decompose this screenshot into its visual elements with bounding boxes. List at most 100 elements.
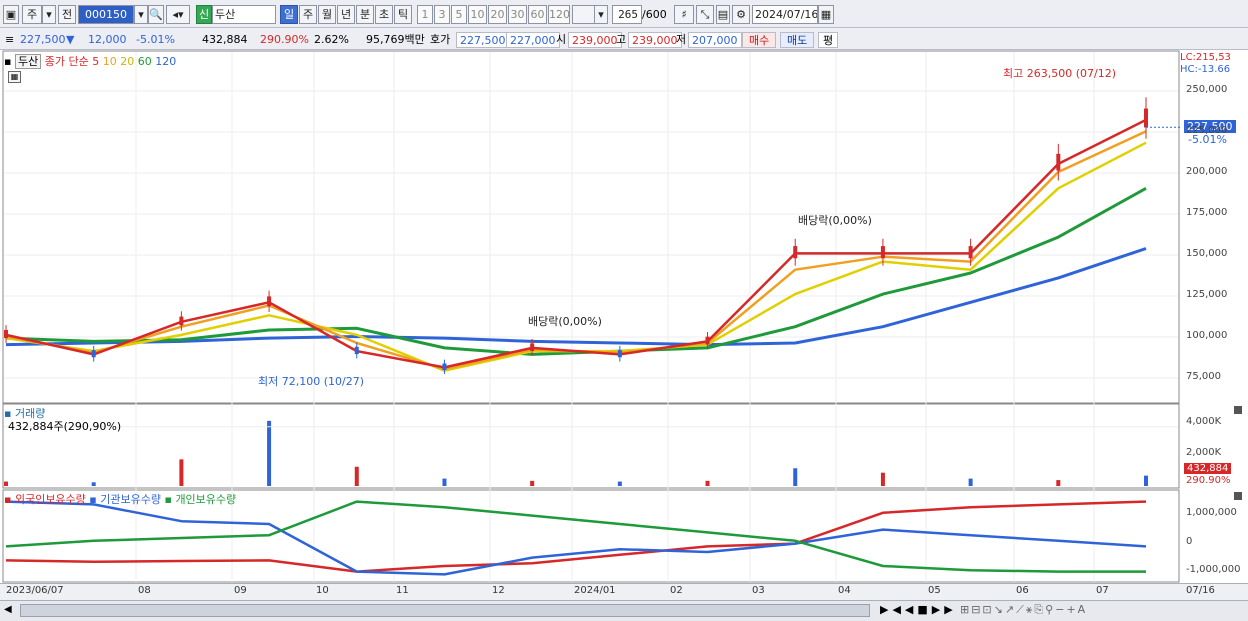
volume-bar bbox=[705, 480, 710, 486]
minute-option-3[interactable]: 10 bbox=[468, 5, 487, 24]
custom-period-dropdown-icon[interactable]: ▾ bbox=[594, 5, 608, 24]
scroll-left-icon[interactable]: ◀ bbox=[4, 604, 12, 615]
candle-body bbox=[880, 246, 885, 259]
volume-last-tag: 432,884 bbox=[1184, 463, 1232, 474]
volume-panel-close-icon[interactable] bbox=[1234, 406, 1242, 414]
market-select[interactable]: 주 bbox=[22, 5, 42, 24]
period-tab-2[interactable]: 월 bbox=[318, 5, 336, 24]
volume-bar bbox=[354, 466, 359, 486]
x-axis-label: 09 bbox=[234, 585, 247, 596]
individual-holding-label: 개인보유수량 bbox=[175, 493, 237, 506]
eval-button[interactable]: 평 bbox=[818, 32, 839, 48]
drawing-tool-icon[interactable]: ⤡ bbox=[696, 5, 714, 24]
period-tab-0[interactable]: 일 bbox=[280, 5, 298, 24]
open-price: 239,000 bbox=[568, 32, 622, 48]
dividend-annotation-2: 배당락(0,00%) bbox=[798, 214, 872, 227]
code-dropdown-icon[interactable]: ▾ bbox=[134, 5, 148, 24]
holding-tick-neg: -1,000,000 bbox=[1186, 564, 1241, 575]
volume-bar bbox=[267, 420, 272, 486]
stock-name-tag[interactable]: 두산 bbox=[14, 54, 42, 69]
x-axis-label: 08 bbox=[138, 585, 151, 596]
candle-body bbox=[530, 343, 535, 351]
candle-body bbox=[267, 296, 272, 307]
date-field[interactable]: 2024/07/16 bbox=[752, 5, 818, 24]
candle-body bbox=[1056, 153, 1061, 171]
x-axis-label: 04 bbox=[838, 585, 851, 596]
holding-panel-close-icon[interactable] bbox=[1234, 492, 1242, 500]
save-icon[interactable]: ▤ bbox=[716, 5, 730, 24]
volume-bar bbox=[1056, 480, 1061, 486]
stock-code-input[interactable]: 000150 bbox=[78, 5, 134, 24]
stock-name-field[interactable]: 두산 bbox=[212, 5, 276, 24]
market-dropdown-icon[interactable]: ▾ bbox=[42, 5, 56, 24]
prev-button[interactable]: 전 bbox=[58, 5, 76, 24]
scrollbar[interactable]: ◀ ▶◀◀■▶▶ ⊞⊟⊡↘↗⟋⚹⎘⚲−+A bbox=[0, 600, 1248, 621]
candle-body bbox=[91, 350, 96, 358]
current-price: 227,500 bbox=[20, 33, 66, 46]
ma-line-120 bbox=[5, 247, 1147, 347]
x-axis-label: 06 bbox=[1016, 585, 1029, 596]
period-tab-5[interactable]: 초 bbox=[375, 5, 393, 24]
x-axis-label: 10 bbox=[316, 585, 329, 596]
lc-label: LC:215,53 bbox=[1180, 52, 1231, 63]
x-axis-label: 2024/01 bbox=[574, 585, 616, 596]
chart-tool-icons[interactable]: ⊞⊟⊡↘↗⟋⚹⎘⚲−+A bbox=[960, 603, 1087, 617]
x-axis-label: 2023/06/07 bbox=[6, 585, 64, 596]
price-tick-1: 225,000 bbox=[1186, 125, 1228, 136]
ma-legend-title: 종가 단순 bbox=[44, 55, 89, 68]
search-icon[interactable]: 🔍 bbox=[148, 5, 164, 24]
period-tab-4[interactable]: 분 bbox=[356, 5, 374, 24]
table-icon[interactable]: ▦ bbox=[8, 71, 21, 83]
high-price: 239,000 bbox=[628, 32, 682, 48]
window-icon[interactable]: ▣ bbox=[3, 5, 19, 24]
sell-button[interactable]: 매도 bbox=[780, 32, 815, 48]
minute-option-4[interactable]: 20 bbox=[488, 5, 507, 24]
candle-body bbox=[4, 329, 8, 339]
scroll-thumb[interactable] bbox=[20, 604, 870, 617]
speaker-icon[interactable]: ◂▾ bbox=[166, 5, 190, 24]
high-label: 고 bbox=[616, 33, 627, 46]
volume-bar bbox=[1144, 475, 1148, 486]
price-tick-5: 125,000 bbox=[1186, 289, 1228, 300]
candle-body bbox=[705, 336, 710, 345]
main-toolbar: ▣ 주 ▾ 전 000150 ▾ 🔍 ◂▾ 신 두산 일주월년분초틱 1 3 5 10… bbox=[0, 0, 1248, 28]
volume-last-pct: 290.90% bbox=[1186, 475, 1231, 486]
x-axis-label: 03 bbox=[752, 585, 765, 596]
period-tab-1[interactable]: 주 bbox=[299, 5, 317, 24]
minute-option-0[interactable]: 1 bbox=[417, 5, 433, 24]
low-price: 207,000 bbox=[688, 32, 742, 48]
volume-info: 432,884주(290,90%) bbox=[8, 420, 122, 433]
menu-icon[interactable]: ≡ bbox=[5, 32, 14, 48]
volume-bar bbox=[179, 459, 184, 486]
x-axis: 2023/06/07 08 09 10 11 12 2024/01 02 03 04 05 06 07 … bbox=[0, 583, 1248, 600]
x-axis-right-label: 07/16 bbox=[1186, 585, 1215, 596]
x-axis-label: 11 bbox=[396, 585, 409, 596]
minute-option-6[interactable]: 60 bbox=[528, 5, 547, 24]
x-axis-label: 07 bbox=[1096, 585, 1109, 596]
turnover-pct: 2.62% bbox=[314, 33, 349, 46]
dividend-annotation-1: 배당락(0,00%) bbox=[528, 315, 602, 328]
candle-type-icon[interactable]: ♯ bbox=[674, 5, 694, 24]
ma-line-5 bbox=[5, 118, 1147, 369]
open-label: 시 bbox=[556, 33, 567, 46]
minute-option-1[interactable]: 3 bbox=[434, 5, 450, 24]
down-arrow-icon: ▼ bbox=[66, 33, 75, 46]
gear-icon[interactable]: ⚙ bbox=[732, 5, 750, 24]
low-label: 저 bbox=[676, 33, 687, 46]
minute-option-7[interactable]: 120 bbox=[548, 5, 570, 24]
volume-tick-4000k: 4,000K bbox=[1186, 416, 1222, 427]
calendar-icon[interactable]: ▦ bbox=[818, 5, 834, 24]
bid-price: 227,000 bbox=[506, 32, 560, 48]
minute-option-2[interactable]: 5 bbox=[451, 5, 467, 24]
volume-tick-2000k: 2,000K bbox=[1186, 447, 1222, 458]
low-annotation: 최저 72,100 (10/27) bbox=[258, 375, 365, 388]
period-tab-3[interactable]: 년 bbox=[337, 5, 355, 24]
period-tab-6[interactable]: 틱 bbox=[394, 5, 412, 24]
minute-option-5[interactable]: 30 bbox=[508, 5, 527, 24]
price-tick-6: 100,000 bbox=[1186, 330, 1228, 341]
candle-body bbox=[354, 346, 359, 355]
chart-area[interactable]: ▪ 두산 종가 단순 5 10 20 60 120 ▦ LC:215,53 HC… bbox=[0, 50, 1248, 600]
count-input[interactable]: 265 bbox=[612, 5, 642, 24]
scroll-controls[interactable]: ▶◀◀■▶▶ bbox=[880, 603, 957, 616]
buy-button[interactable]: 매수 bbox=[742, 32, 777, 48]
